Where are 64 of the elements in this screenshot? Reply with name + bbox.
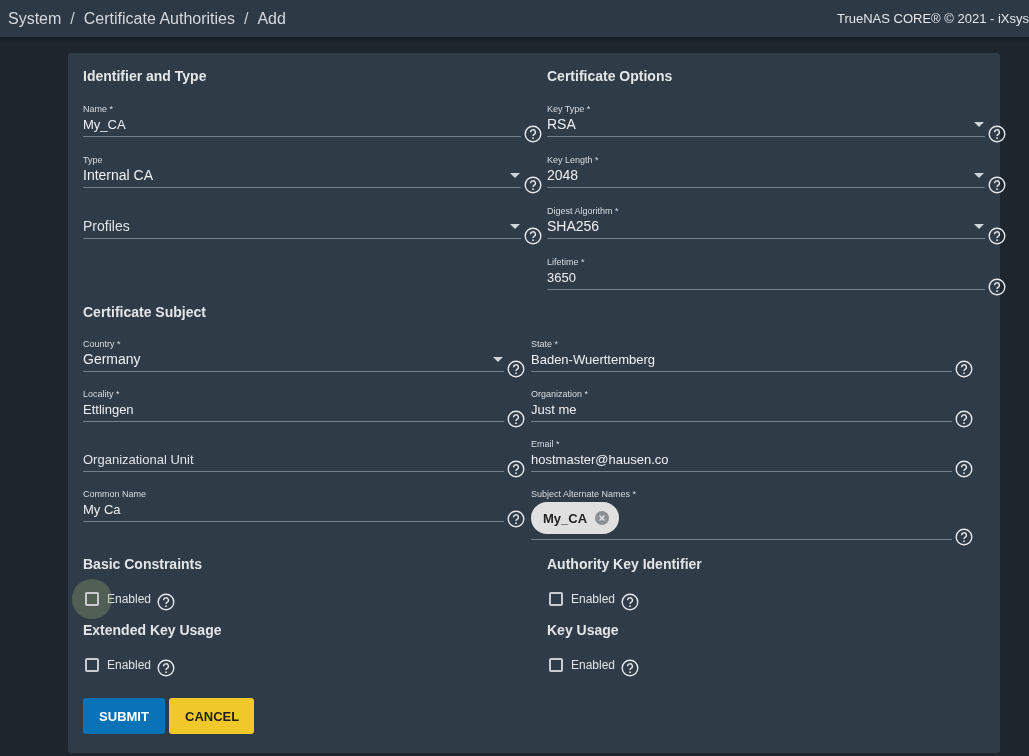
breadcrumb-link[interactable]: System (8, 9, 62, 28)
help-icon[interactable] (524, 125, 542, 143)
select-field[interactable]: Key Length * 2048 (547, 154, 985, 188)
help-icon[interactable] (157, 593, 176, 611)
checkbox-label[interactable]: Enabled (571, 592, 616, 606)
help-icon[interactable] (955, 528, 973, 546)
input-field[interactable]: Organizational Unit (83, 438, 504, 472)
help-icon[interactable] (507, 410, 525, 428)
help-icon[interactable] (988, 278, 1006, 296)
section-title: Certificate Options (547, 67, 674, 86)
help-icon[interactable] (507, 510, 525, 528)
checkbox-label[interactable]: Enabled (107, 592, 152, 606)
help-icon[interactable] (524, 176, 542, 194)
copyright-text: TrueNAS CORE® © 2021 - iXsys (836, 11, 1029, 26)
help-icon[interactable] (524, 227, 542, 245)
checkbox[interactable] (549, 658, 563, 672)
select-field[interactable]: Type Internal CA (83, 154, 521, 188)
help-icon[interactable] (507, 460, 525, 478)
checkbox-label[interactable]: Enabled (571, 658, 616, 672)
chip[interactable]: My_CA (531, 502, 620, 534)
section-title: Key Usage (547, 621, 620, 640)
dropdown-caret-icon (974, 223, 984, 229)
submit-button[interactable]: SUBMIT (83, 698, 165, 734)
checkbox[interactable] (549, 592, 563, 606)
help-icon[interactable] (988, 227, 1006, 245)
dropdown-caret-icon (974, 172, 984, 178)
help-icon[interactable] (621, 593, 640, 611)
checkbox[interactable] (85, 592, 99, 606)
dropdown-caret-icon (510, 223, 520, 229)
help-icon[interactable] (507, 360, 525, 378)
input-field[interactable]: Organization * Just me (531, 388, 952, 422)
dropdown-caret-icon (974, 121, 984, 127)
input-field[interactable]: Lifetime * 3650 (547, 256, 985, 290)
select-field[interactable]: Key Type * RSA (547, 103, 985, 137)
select-field[interactable]: Country * Germany (83, 338, 504, 372)
section-title: Certificate Subject (83, 303, 207, 322)
dropdown-caret-icon (510, 172, 520, 178)
input-field[interactable]: Locality * Ettlingen (83, 388, 504, 422)
checkbox[interactable] (85, 658, 99, 672)
checkbox-label[interactable]: Enabled (107, 658, 152, 672)
section-title: Basic Constraints (83, 555, 204, 574)
section-title: Identifier and Type (83, 67, 208, 86)
cancel-button[interactable]: CANCEL (169, 698, 254, 734)
input-field[interactable]: Name * My_CA (83, 103, 521, 137)
help-icon[interactable] (955, 410, 973, 428)
breadcrumb-separator: / (70, 9, 75, 28)
help-icon[interactable] (621, 659, 640, 677)
section-title: Authority Key Identifier (547, 555, 703, 574)
help-icon[interactable] (157, 659, 176, 677)
breadcrumb-link[interactable]: Add (257, 9, 286, 28)
help-icon[interactable] (955, 360, 973, 378)
breadcrumb-separator: / (244, 9, 249, 28)
breadcrumb-link[interactable]: Certificate Authorities (83, 9, 235, 28)
select-field[interactable]: Profiles (83, 205, 521, 239)
select-field[interactable]: Digest Algorithm * SHA256 (547, 205, 985, 239)
help-icon[interactable] (988, 125, 1006, 143)
help-icon[interactable] (988, 176, 1006, 194)
chip-input-field[interactable]: Subject Alternate Names * My_CA (531, 488, 952, 540)
section-title: Extended Key Usage (83, 621, 223, 640)
help-icon[interactable] (955, 460, 973, 478)
input-field[interactable]: Common Name My Ca (83, 488, 504, 522)
dropdown-caret-icon (493, 356, 503, 362)
input-field[interactable]: State * Baden-Wuerttemberg (531, 338, 952, 372)
input-field[interactable]: Email * hostmaster@hausen.co (531, 438, 952, 472)
